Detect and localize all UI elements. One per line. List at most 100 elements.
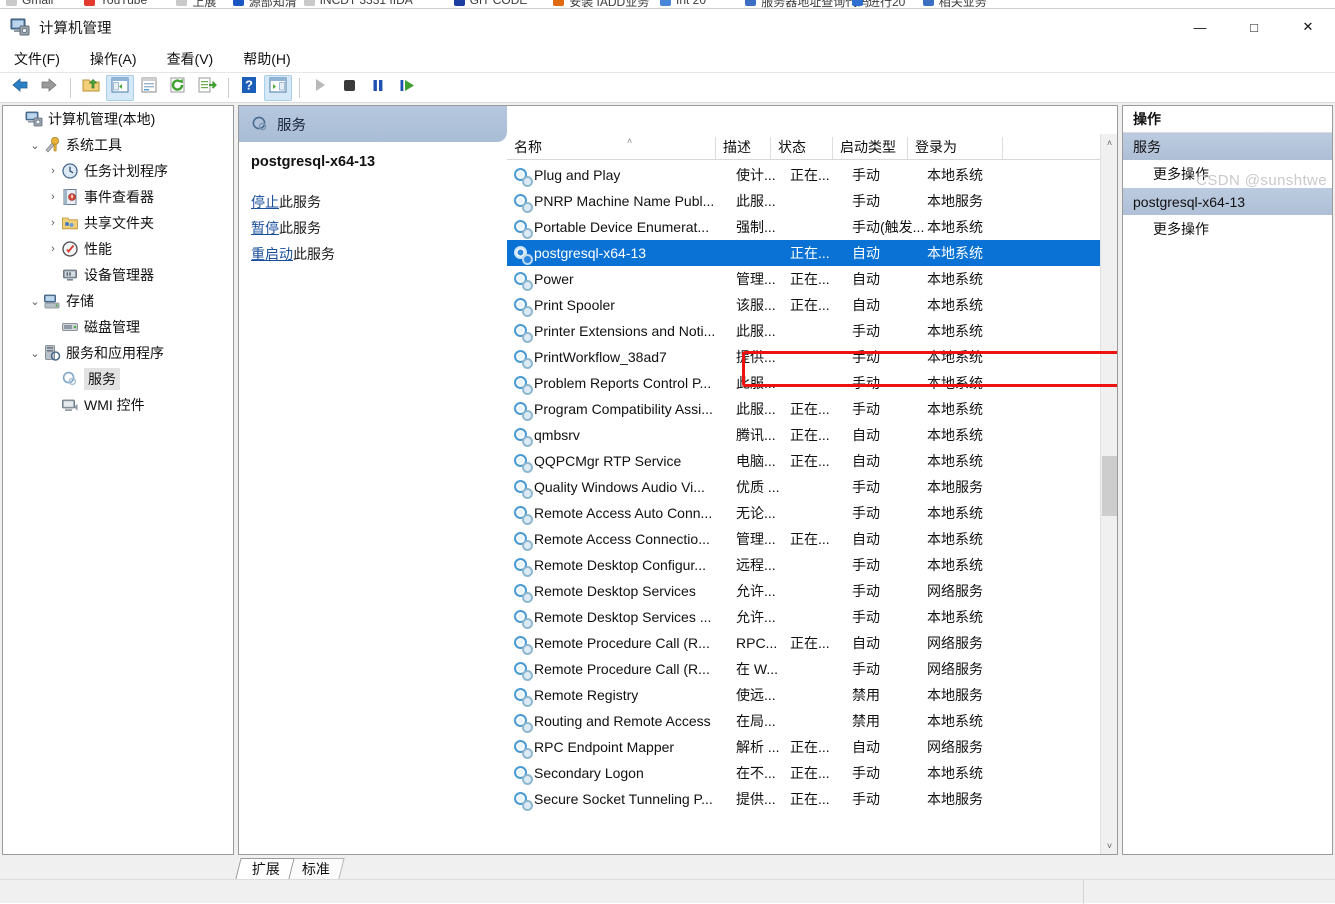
table-row[interactable]: Problem Reports Control P... 此服... 手动 本地系统: [507, 370, 1100, 396]
cell-desc: 该服...: [736, 297, 776, 313]
chevron-right-icon[interactable]: ›: [45, 210, 61, 236]
pause-service-link[interactable]: 暂停此服务: [251, 218, 493, 238]
list-vertical-scrollbar[interactable]: ˄ ˅: [1100, 134, 1117, 854]
table-row[interactable]: Portable Device Enumerat... 强制... 手动(触发...…: [507, 214, 1100, 240]
properties-button[interactable]: [135, 75, 163, 101]
tree-node-8[interactable]: 磁盘管理: [3, 314, 233, 340]
stop-service-link[interactable]: 停止此服务: [251, 192, 493, 212]
bookmark-item[interactable]: INCDT 3331 IIDA: [320, 0, 413, 7]
menu-action[interactable]: 操作(A): [86, 47, 149, 71]
menu-view[interactable]: 查看(V): [163, 47, 226, 71]
table-row[interactable]: Remote Procedure Call (R... 在 W... 手动 网络服务: [507, 656, 1100, 682]
restart-service-button[interactable]: [393, 75, 421, 101]
table-row[interactable]: Remote Access Connectio... 管理... 正在... 自动 本地…: [507, 526, 1100, 552]
show-tree-button[interactable]: [106, 74, 134, 101]
tree-node-10[interactable]: 服务: [3, 366, 233, 392]
tree-node-3[interactable]: › 事件查看器: [3, 184, 233, 210]
minimize-button[interactable]: —: [1177, 9, 1223, 45]
tree-node-1[interactable]: ⌄ 系统工具: [3, 132, 233, 158]
bookmark-item[interactable]: 进行20: [868, 0, 905, 8]
column-header-0[interactable]: 名称: [507, 137, 715, 159]
table-row[interactable]: Power 管理... 正在... 自动 本地系统: [507, 266, 1100, 292]
close-button[interactable]: ✕: [1285, 9, 1331, 45]
cell-state: 正在...: [790, 453, 830, 469]
scrollbar-thumb[interactable]: [1102, 456, 1117, 516]
chevron-down-icon[interactable]: ⌄: [27, 340, 43, 366]
export-list-button[interactable]: [193, 75, 221, 101]
table-row[interactable]: Remote Access Auto Conn... 无论... 手动 本地系统: [507, 500, 1100, 526]
up-folder-button[interactable]: [77, 75, 105, 101]
actions-more-item[interactable]: 更多操作: [1123, 215, 1332, 243]
list-column-headers[interactable]: 名称 描述 状态 启动类型 登录为: [507, 134, 1100, 160]
table-row[interactable]: Remote Procedure Call (R... RPC... 正在... 自动…: [507, 630, 1100, 656]
bookmark-item[interactable]: Int 20: [676, 0, 706, 7]
maximize-button[interactable]: □: [1231, 9, 1277, 45]
table-row[interactable]: RPC Endpoint Mapper 解析 ... 正在... 自动 网络服务: [507, 734, 1100, 760]
table-row[interactable]: Program Compatibility Assi... 此服... 正在... 手…: [507, 396, 1100, 422]
back-button[interactable]: [6, 75, 34, 101]
forward-button[interactable]: [35, 75, 63, 101]
tree-node-9[interactable]: ⌄ 服务和应用程序: [3, 340, 233, 366]
bookmark-item[interactable]: 源部知清: [249, 0, 297, 8]
column-header-4[interactable]: 登录为: [907, 137, 1002, 159]
column-header-1[interactable]: 描述: [715, 137, 770, 159]
table-row[interactable]: Routing and Remote Access 在局... 禁用 本地系统: [507, 708, 1100, 734]
table-row[interactable]: Printer Extensions and Noti... 此服... 手动 本地系…: [507, 318, 1100, 344]
link-text[interactable]: 暂停: [251, 220, 279, 236]
table-row[interactable]: Remote Registry 使远... 禁用 本地服务: [507, 682, 1100, 708]
table-row[interactable]: PNRP Machine Name Publ... 此服... 手动 本地服务: [507, 188, 1100, 214]
bookmark-item[interactable]: Gmail: [22, 0, 53, 7]
chevron-down-icon[interactable]: ⌄: [27, 132, 43, 158]
chevron-right-icon[interactable]: ›: [45, 184, 61, 210]
tree-node-6[interactable]: 设备管理器: [3, 262, 233, 288]
refresh-button[interactable]: [164, 75, 192, 101]
show-action-pane-button[interactable]: [264, 74, 292, 101]
scroll-down-arrow-icon[interactable]: ˅: [1101, 837, 1117, 854]
stop-service-button[interactable]: [335, 75, 363, 101]
service-gear-icon: [513, 531, 533, 551]
bookmark-item[interactable]: 上展: [192, 0, 216, 8]
table-row[interactable]: Remote Desktop Configur... 远程... 手动 本地系统: [507, 552, 1100, 578]
tree-node-4[interactable]: › 共享文件夹: [3, 210, 233, 236]
view-tabs[interactable]: 扩展 标准: [235, 857, 345, 879]
table-row[interactable]: Print Spooler 该服... 正在... 自动 本地系统: [507, 292, 1100, 318]
table-row[interactable]: Plug and Play 使计... 正在... 手动 本地系统: [507, 162, 1100, 188]
bookmark-item[interactable]: 相关业务: [939, 0, 987, 8]
chevron-right-icon[interactable]: ›: [45, 158, 61, 184]
tree-node-2[interactable]: › 任务计划程序: [3, 158, 233, 184]
tree-node-11[interactable]: WMI 控件: [3, 392, 233, 418]
bookmark-item[interactable]: GIT CODE: [470, 0, 528, 7]
column-header-2[interactable]: 状态: [770, 137, 832, 159]
menu-file[interactable]: 文件(F): [10, 47, 72, 71]
table-row[interactable]: Secure Socket Tunneling P... 提供... 正在... 手动…: [507, 786, 1100, 812]
column-header-3[interactable]: 启动类型: [832, 137, 907, 159]
chevron-down-icon[interactable]: ⌄: [27, 288, 43, 314]
table-row[interactable]: qmbsrv 腾讯... 正在... 自动 本地系统: [507, 422, 1100, 448]
link-text[interactable]: 停止: [251, 194, 279, 210]
bookmark-item[interactable]: 安装 IADD业务: [569, 0, 649, 8]
menu-help[interactable]: 帮助(H): [239, 47, 302, 71]
services-rows[interactable]: Plug and Play 使计... 正在... 手动 本地系统 PNRP Machin…: [507, 162, 1100, 854]
chevron-right-icon[interactable]: ›: [45, 236, 61, 262]
scroll-up-arrow-icon[interactable]: ˄: [1101, 134, 1117, 151]
table-row[interactable]: Remote Desktop Services 允许... 手动 网络服务: [507, 578, 1100, 604]
table-row[interactable]: postgresql-x64-13 正在... 自动 本地系统: [507, 240, 1100, 266]
console-tree-pane[interactable]: 计算机管理(本地) ⌄ 系统工具 › 任务计划程序 › 事件查看器 › 共享文件夹 › 性能 设备管理…: [2, 105, 234, 855]
tree-node-0[interactable]: 计算机管理(本地): [3, 106, 233, 132]
browser-bookmarks-bar[interactable]: Gmail YouTube 上展 源部知清 INCDT 3331 IIDA GIT COD…: [0, 0, 1335, 9]
table-row[interactable]: Remote Desktop Services ... 允许... 手动 本地系统: [507, 604, 1100, 630]
table-row[interactable]: QQPCMgr RTP Service 电脑... 正在... 自动 本地系统: [507, 448, 1100, 474]
restart-service-link[interactable]: 重启动此服务: [251, 244, 493, 264]
table-row[interactable]: PrintWorkflow_38ad7 提供... 手动 本地系统: [507, 344, 1100, 370]
pause-service-button[interactable]: [364, 75, 392, 101]
table-row[interactable]: Quality Windows Audio Vi... 优质 ... 手动 本地服务: [507, 474, 1100, 500]
help-button[interactable]: ?: [235, 75, 263, 101]
link-text[interactable]: 重启动: [251, 246, 293, 262]
table-row[interactable]: Secondary Logon 在不... 正在... 手动 本地系统: [507, 760, 1100, 786]
tab-standard[interactable]: 标准: [285, 858, 345, 879]
tab-extended[interactable]: 扩展: [235, 858, 295, 879]
bookmark-item[interactable]: YouTube: [100, 0, 147, 7]
tree-node-7[interactable]: ⌄ 存储: [3, 288, 233, 314]
tree-node-5[interactable]: › 性能: [3, 236, 233, 262]
services-list[interactable]: 名称 描述 状态 启动类型 登录为 ˄ Plug and Play 使计... 正在... 手…: [507, 106, 1117, 854]
